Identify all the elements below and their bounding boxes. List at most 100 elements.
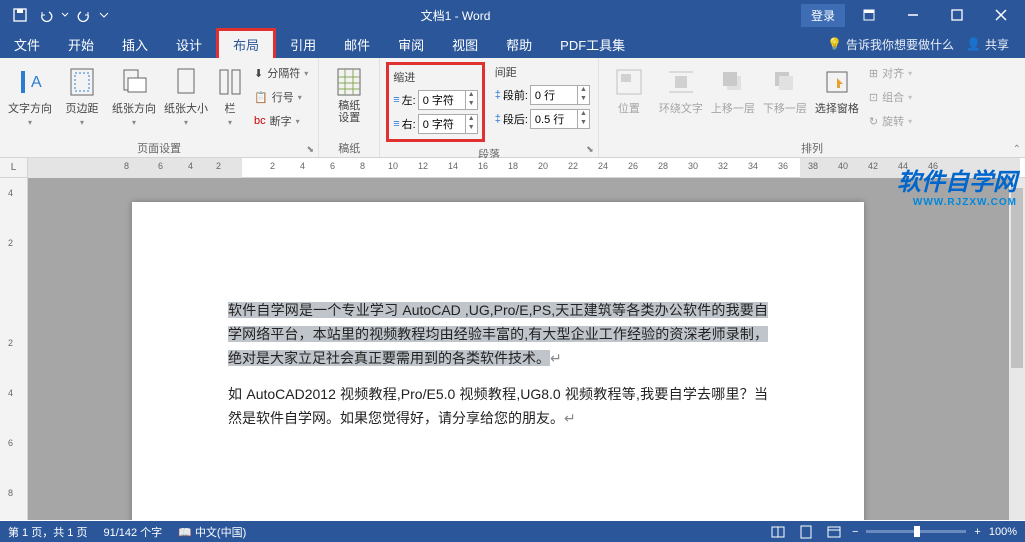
indent-right-label: 右: <box>402 116 416 132</box>
tab-insert[interactable]: 插入 <box>108 30 162 58</box>
collapse-ribbon-button[interactable]: ⌃ <box>1013 144 1021 155</box>
spacing-after-spinner[interactable]: ▲▼ <box>530 109 590 129</box>
arrange-group-label: 排列 <box>599 139 1025 157</box>
wrap-icon <box>665 66 697 98</box>
spin-down[interactable]: ▼ <box>466 124 477 133</box>
line-numbers-icon: 📋 <box>254 91 268 104</box>
spin-down[interactable]: ▼ <box>578 95 589 104</box>
margins-button[interactable]: 页边距 ▾ <box>58 62 106 134</box>
vertical-scrollbar[interactable] <box>1009 178 1025 520</box>
align-icon: ⊞ <box>869 67 878 80</box>
undo-dropdown[interactable] <box>60 3 70 27</box>
spin-up[interactable]: ▲ <box>466 91 477 100</box>
selection-pane-label: 选择窗格 <box>815 100 859 116</box>
hyphenation-button[interactable]: bc断字▾ <box>250 110 312 132</box>
indent-left-spinner[interactable]: ▲▼ <box>418 90 478 110</box>
paragraph-1[interactable]: 软件自学网是一个专业学习 AutoCAD ,UG,Pro/E,PS,天正建筑等各… <box>228 298 768 370</box>
zoom-slider-thumb[interactable] <box>914 526 920 537</box>
wrap-label: 环绕文字 <box>659 100 703 116</box>
zoom-in-button[interactable]: + <box>974 526 980 538</box>
spin-up[interactable]: ▲ <box>578 86 589 95</box>
spin-up[interactable]: ▲ <box>466 115 477 124</box>
ruler-vertical[interactable]: 4 2 2 4 6 8 <box>0 178 28 520</box>
maximize-button[interactable] <box>937 0 977 30</box>
tab-file[interactable]: 文件 <box>0 30 54 58</box>
indent-label: 缩进 <box>393 69 477 85</box>
chevron-down-icon: ▾ <box>132 118 136 127</box>
zoom-slider[interactable] <box>866 530 966 533</box>
qat-customize[interactable] <box>98 3 110 27</box>
redo-button[interactable] <box>72 3 96 27</box>
lightbulb-icon: 💡 <box>827 37 842 51</box>
ruler-horizontal[interactable]: 8 6 4 2 2 4 6 8 10 12 14 16 18 20 22 24 … <box>28 158 1025 177</box>
group-button[interactable]: ⊡组合▾ <box>865 86 916 108</box>
wrap-text-button: 环绕文字 <box>657 62 705 134</box>
text-direction-button[interactable]: A 文字方向 ▾ <box>6 62 54 134</box>
ruler-corner[interactable]: L <box>0 158 28 177</box>
paragraph-2[interactable]: 如 AutoCAD2012 视频教程,Pro/E5.0 视频教程,UG8.0 视… <box>228 382 768 430</box>
size-button[interactable]: 纸张大小 ▾ <box>162 62 210 134</box>
view-read-mode[interactable] <box>768 524 788 540</box>
view-print-layout[interactable] <box>796 524 816 540</box>
document-canvas[interactable]: 软件自学网是一个专业学习 AutoCAD ,UG,Pro/E,PS,天正建筑等各… <box>28 178 1025 520</box>
quick-access-toolbar <box>0 3 110 27</box>
scrollbar-thumb[interactable] <box>1011 188 1023 368</box>
orientation-button[interactable]: 纸张方向 ▾ <box>110 62 158 134</box>
spacing-after-input[interactable] <box>531 113 577 125</box>
line-numbers-button[interactable]: 📋行号▾ <box>250 86 312 108</box>
minimize-button[interactable] <box>893 0 933 30</box>
page[interactable]: 软件自学网是一个专业学习 AutoCAD ,UG,Pro/E,PS,天正建筑等各… <box>132 202 864 520</box>
group-manuscript: 稿纸 设置 稿纸 <box>319 58 380 157</box>
close-button[interactable] <box>981 0 1021 30</box>
indent-left-input[interactable] <box>419 94 465 106</box>
zoom-out-button[interactable]: − <box>852 526 858 538</box>
tab-references[interactable]: 引用 <box>276 30 330 58</box>
spacing-before-spinner[interactable]: ▲▼ <box>530 85 590 105</box>
rotate-button[interactable]: ↻旋转▾ <box>865 110 916 132</box>
share-button[interactable]: 👤 共享 <box>966 36 1009 53</box>
title-bar: 文档1 - Word 登录 <box>0 0 1025 30</box>
spin-down[interactable]: ▼ <box>578 119 589 128</box>
login-button[interactable]: 登录 <box>801 4 845 27</box>
view-web-layout[interactable] <box>824 524 844 540</box>
status-word-count[interactable]: 91/142 个字 <box>103 524 162 540</box>
page-setup-dialog-launcher[interactable]: ⬊ <box>304 143 316 155</box>
tab-view[interactable]: 视图 <box>438 30 492 58</box>
share-label: 共享 <box>985 36 1009 53</box>
tab-design[interactable]: 设计 <box>162 30 216 58</box>
breaks-icon: ⬇ <box>254 67 263 80</box>
manuscript-settings-button[interactable]: 稿纸 设置 <box>325 62 373 134</box>
spacing-label: 间距 <box>495 64 590 80</box>
tab-layout[interactable]: 布局 <box>216 28 276 58</box>
forward-label: 上移一层 <box>711 100 755 116</box>
paragraph-dialog-launcher[interactable]: ⬊ <box>584 143 596 155</box>
tell-me-search[interactable]: 💡 告诉我你想要做什么 <box>827 36 954 53</box>
backward-label: 下移一层 <box>763 100 807 116</box>
spacing-before-input[interactable] <box>531 89 577 101</box>
align-button[interactable]: ⊞对齐▾ <box>865 62 916 84</box>
tab-review[interactable]: 审阅 <box>384 30 438 58</box>
tab-home[interactable]: 开始 <box>54 30 108 58</box>
spin-up[interactable]: ▲ <box>578 110 589 119</box>
indent-right-icon: ≡ <box>393 118 399 130</box>
spin-down[interactable]: ▼ <box>466 100 477 109</box>
group-paragraph: 缩进 ≡ 左: ▲▼ ≡ 右: ▲▼ <box>380 58 599 157</box>
undo-button[interactable] <box>34 3 58 27</box>
zoom-level[interactable]: 100% <box>989 526 1017 538</box>
ribbon-display-options[interactable] <box>849 0 889 30</box>
tab-pdf-tools[interactable]: PDF工具集 <box>546 30 639 58</box>
indent-right-spinner[interactable]: ▲▼ <box>418 114 478 134</box>
breaks-button[interactable]: ⬇分隔符▾ <box>250 62 312 84</box>
tab-help[interactable]: 帮助 <box>492 30 546 58</box>
status-language[interactable]: 📖 中文(中国) <box>178 524 246 540</box>
save-button[interactable] <box>8 3 32 27</box>
selection-pane-button[interactable]: 选择窗格 <box>813 62 861 134</box>
indent-right-input[interactable] <box>419 118 465 130</box>
tab-mailings[interactable]: 邮件 <box>330 30 384 58</box>
status-page[interactable]: 第 1 页，共 1 页 <box>8 524 87 540</box>
ribbon: A 文字方向 ▾ 页边距 ▾ 纸张方向 ▾ 纸张大小 ▾ 栏 <box>0 58 1025 158</box>
position-icon <box>613 66 645 98</box>
columns-button[interactable]: 栏 ▾ <box>214 62 246 134</box>
manuscript-label: 稿纸 设置 <box>338 100 360 124</box>
spacing-after-icon: ‡ <box>495 113 501 125</box>
